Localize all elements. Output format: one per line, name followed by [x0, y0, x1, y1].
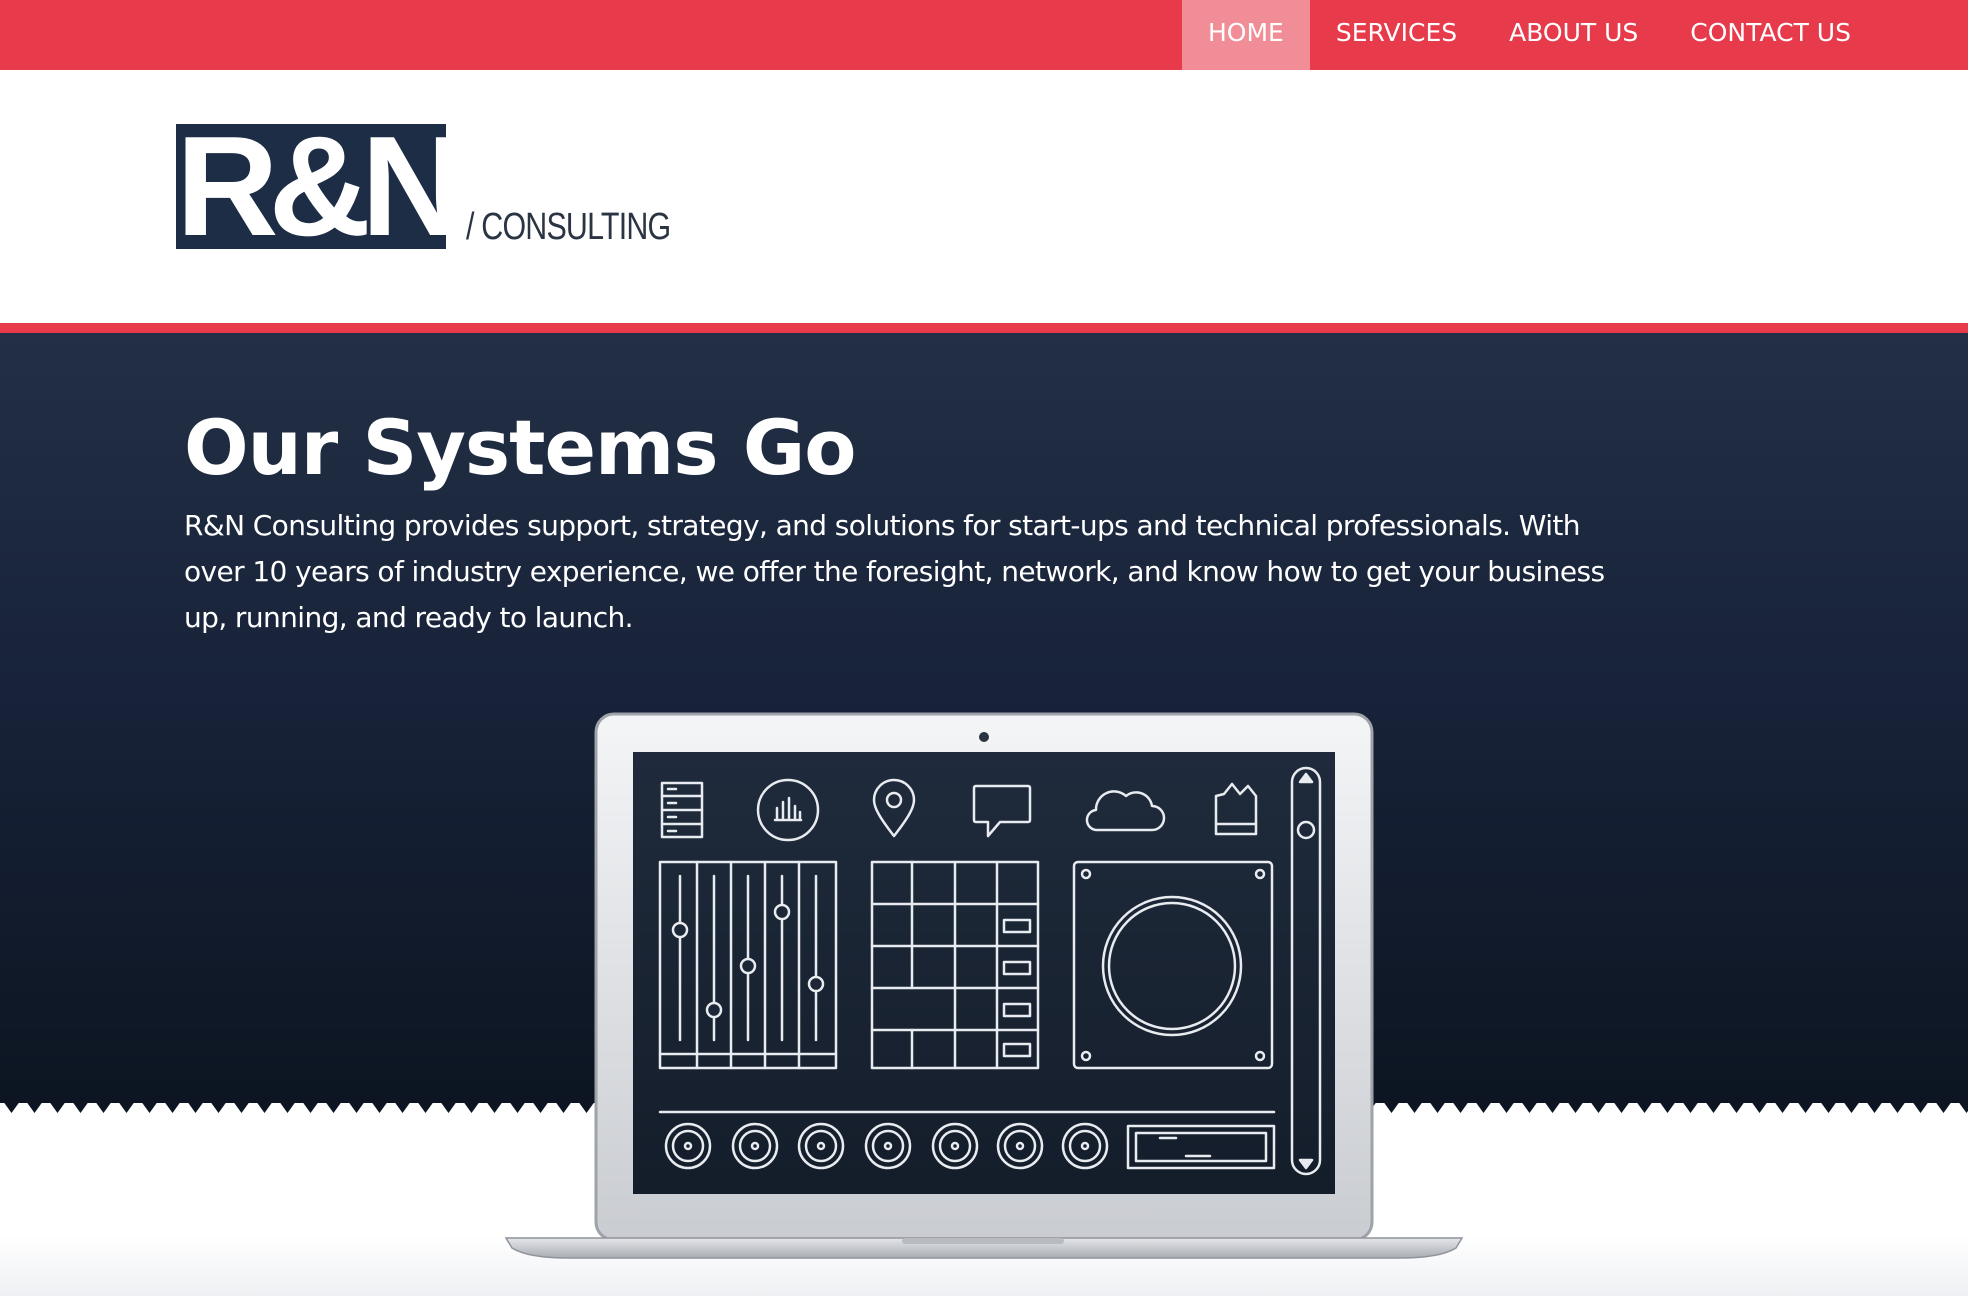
laptop-notch: [902, 1238, 1064, 1244]
laptop-screen: [633, 752, 1335, 1194]
laptop-illustration: [504, 712, 1464, 1259]
camera-icon: [979, 732, 989, 742]
